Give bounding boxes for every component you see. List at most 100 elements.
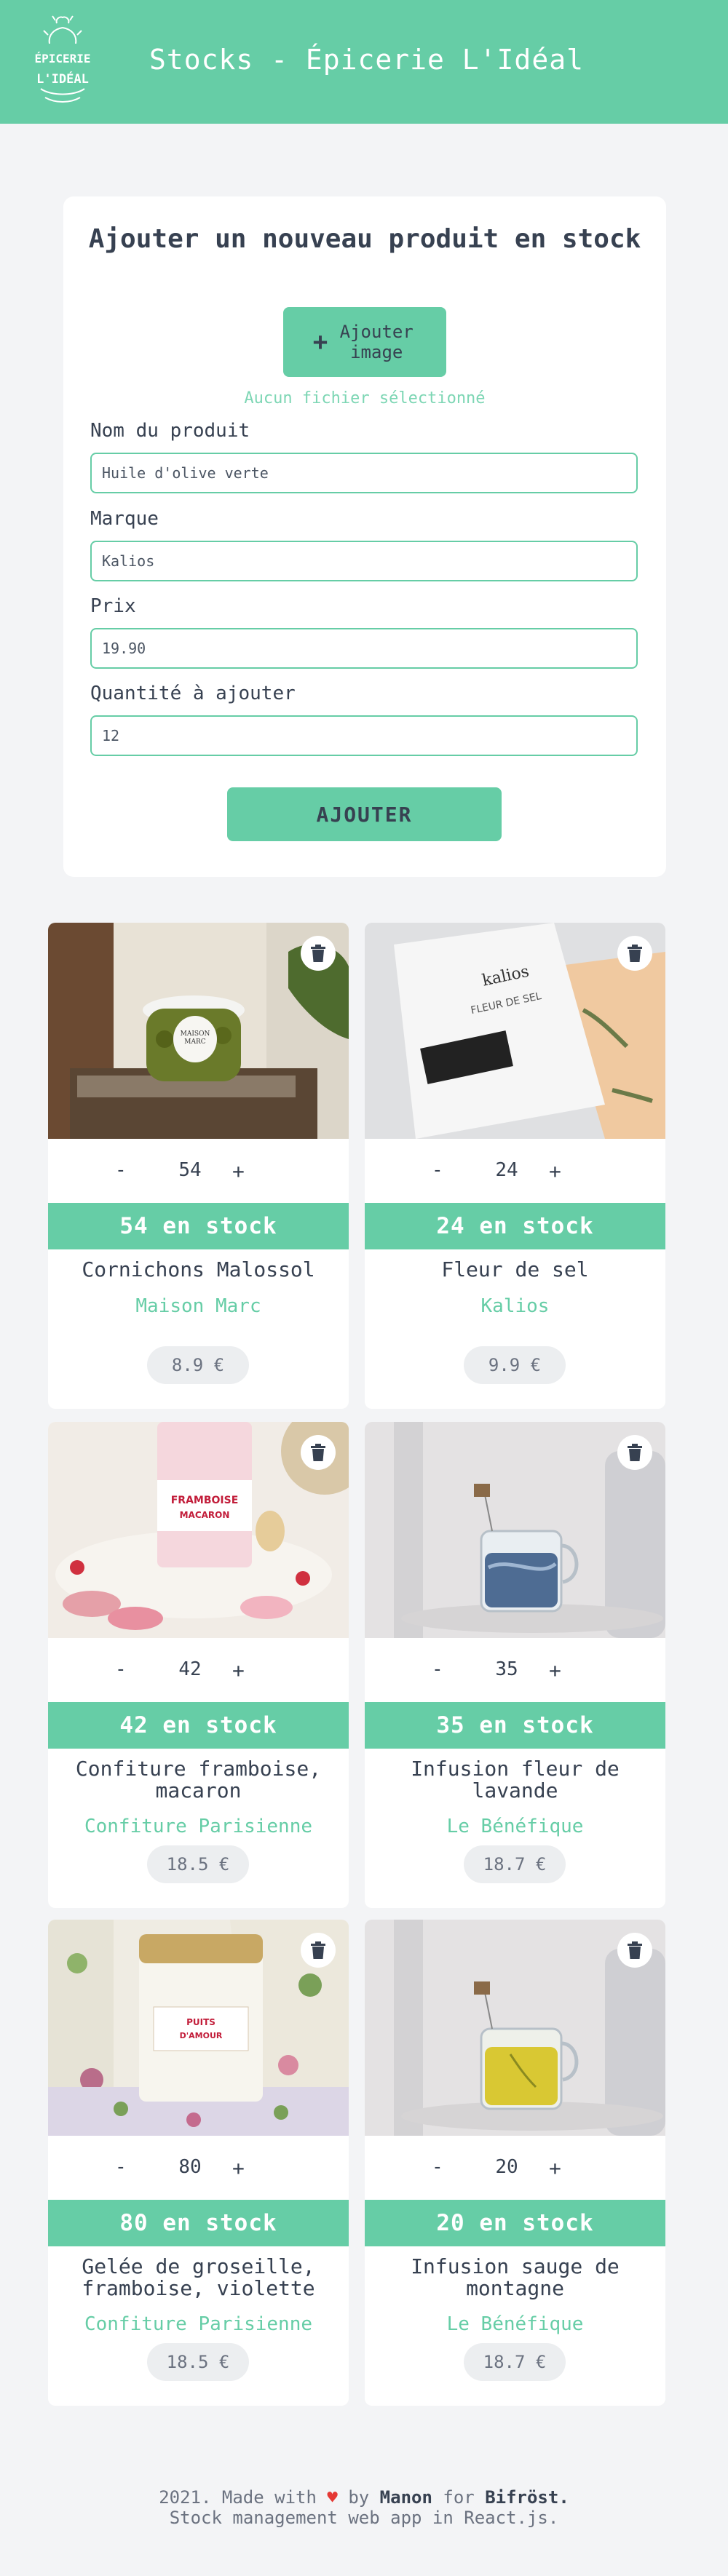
- add-image-label: Ajouter image: [339, 322, 414, 362]
- submit-button[interactable]: AJOUTER: [227, 787, 502, 841]
- heart-icon: ♥: [327, 2487, 338, 2508]
- quantity-value: 42: [178, 1658, 202, 1680]
- footer: 2021. Made with ♥ by Manon for Bifröst. …: [0, 2487, 728, 2528]
- product-brand: Maison Marc: [135, 1295, 261, 1317]
- decrease-button[interactable]: -: [115, 1658, 127, 1680]
- decrease-button[interactable]: -: [432, 2156, 443, 2178]
- brand-input[interactable]: Kalios: [90, 541, 638, 581]
- decrease-button[interactable]: -: [432, 1159, 443, 1181]
- svg-text:MARC: MARC: [184, 1038, 205, 1046]
- product-image: FRAMBOISE MACARON: [48, 1422, 349, 1638]
- trash-icon: [311, 1444, 325, 1461]
- quantity-value: 20: [495, 2156, 518, 2178]
- stock-badge: 42 en stock: [48, 1702, 349, 1749]
- delete-button[interactable]: [617, 936, 652, 971]
- product-card: MAISON MARC - 54 + 54 en stock Cornichon…: [48, 923, 349, 1409]
- delete-button[interactable]: [301, 1933, 336, 1968]
- svg-text:MACARON: MACARON: [180, 1510, 230, 1520]
- increase-button[interactable]: +: [232, 1159, 245, 1183]
- price-badge: 18.5 €: [147, 1845, 249, 1883]
- increase-button[interactable]: +: [232, 2156, 245, 2180]
- product-card: - 35 + 35 en stock Infusion fleur de lav…: [365, 1422, 665, 1908]
- product-card: PUITS D'AMOUR - 80 + 80 en stock Gelée d…: [48, 1920, 349, 2406]
- quantity-value: 80: [178, 2156, 202, 2178]
- quantity-stepper: - 35 +: [365, 1638, 665, 1704]
- page-title: Stocks - Épicerie L'Idéal: [149, 44, 584, 76]
- product-name-label: Nom du produit: [90, 420, 250, 442]
- stock-badge: 24 en stock: [365, 1203, 665, 1249]
- product-brand: Confiture Parisienne: [84, 2313, 313, 2335]
- svg-text:D'AMOUR: D'AMOUR: [180, 2031, 223, 2040]
- form-title: Ajouter un nouveau produit en stock: [88, 224, 641, 254]
- product-image: [365, 1920, 665, 2136]
- quantity-label: Quantité à ajouter: [90, 683, 296, 704]
- product-name: Infusion fleur de lavande: [411, 1757, 620, 1802]
- product-image: MAISON MARC: [48, 923, 349, 1139]
- add-image-button[interactable]: + Ajouter image: [283, 307, 446, 377]
- price-input[interactable]: 19.90: [90, 628, 638, 669]
- delete-button[interactable]: [617, 1435, 652, 1470]
- product-brand: Le Bénéfique: [446, 1816, 584, 1837]
- app-header: ÉPICERIE L'IDÉAL Stocks - Épicerie L'Idé…: [0, 0, 728, 124]
- logo-text-top: ÉPICERIE: [34, 52, 90, 65]
- decrease-button[interactable]: -: [115, 2156, 127, 2178]
- logo-text-bottom: L'IDÉAL: [36, 71, 89, 87]
- product-card: FRAMBOISE MACARON - 42 + 42 en stock Con…: [48, 1422, 349, 1908]
- product-name-input[interactable]: Huile d'olive verte: [90, 453, 638, 493]
- footer-company: Bifröst.: [485, 2487, 569, 2508]
- quantity-stepper: - 20 +: [365, 2136, 665, 2201]
- product-name: Cornichons Malossol: [82, 1257, 315, 1281]
- delete-button[interactable]: [301, 936, 336, 971]
- delete-button[interactable]: [301, 1435, 336, 1470]
- decrease-button[interactable]: -: [115, 1159, 127, 1181]
- footer-author: Manon: [379, 2487, 432, 2508]
- product-brand: Le Bénéfique: [446, 2313, 584, 2335]
- increase-button[interactable]: +: [549, 1159, 561, 1183]
- delete-button[interactable]: [617, 1933, 652, 1968]
- trash-icon: [311, 945, 325, 962]
- increase-button[interactable]: +: [549, 2156, 561, 2180]
- brand-label: Marque: [90, 508, 159, 530]
- product-brand: Kalios: [480, 1295, 550, 1317]
- increase-button[interactable]: +: [232, 1658, 245, 1682]
- product-name: Fleur de sel: [441, 1257, 589, 1281]
- svg-text:MAISON: MAISON: [181, 1030, 210, 1038]
- product-image: kalios FLEUR DE SEL: [365, 923, 665, 1139]
- svg-text:PUITS: PUITS: [186, 2017, 215, 2027]
- quantity-value: 24: [495, 1159, 518, 1181]
- product-card: kalios FLEUR DE SEL - 24 + 24 en stock F…: [365, 923, 665, 1409]
- price-badge: 9.9 €: [464, 1346, 566, 1384]
- footer-prefix: 2021. Made with: [159, 2487, 317, 2508]
- add-product-form: Ajouter un nouveau produit en stock + Aj…: [63, 196, 666, 877]
- quantity-input[interactable]: 12: [90, 715, 638, 756]
- quantity-stepper: - 24 +: [365, 1139, 665, 1204]
- decrease-button[interactable]: -: [432, 1658, 443, 1680]
- quantity-value: 35: [495, 1658, 518, 1680]
- svg-text:FRAMBOISE: FRAMBOISE: [171, 1495, 239, 1506]
- stock-badge: 54 en stock: [48, 1203, 349, 1249]
- product-name: Infusion sauge de montagne: [411, 2254, 620, 2300]
- price-label: Prix: [90, 595, 136, 617]
- increase-button[interactable]: +: [549, 1658, 561, 1682]
- trash-icon: [628, 945, 642, 962]
- stock-badge: 20 en stock: [365, 2200, 665, 2246]
- trash-icon: [628, 1941, 642, 1959]
- price-badge: 18.5 €: [147, 2343, 249, 2381]
- quantity-value: 54: [178, 1159, 202, 1181]
- product-name: Confiture framboise, macaron: [75, 1757, 322, 1802]
- footer-for: for: [443, 2487, 475, 2508]
- footer-by: by: [348, 2487, 370, 2508]
- product-name: Gelée de groseille, framboise, violette: [82, 2254, 315, 2300]
- price-badge: 18.7 €: [464, 1845, 566, 1883]
- price-badge: 8.9 €: [147, 1346, 249, 1384]
- product-card: - 20 + 20 en stock Infusion sauge de mon…: [365, 1920, 665, 2406]
- price-badge: 18.7 €: [464, 2343, 566, 2381]
- product-image: [365, 1422, 665, 1638]
- file-status: Aucun fichier sélectionné: [244, 389, 486, 408]
- quantity-stepper: - 42 +: [48, 1638, 349, 1704]
- plus-icon: +: [312, 327, 328, 357]
- footer-suffix: Stock management web app in React.js.: [169, 2508, 559, 2528]
- stock-badge: 80 en stock: [48, 2200, 349, 2246]
- quantity-stepper: - 54 +: [48, 1139, 349, 1204]
- product-brand: Confiture Parisienne: [84, 1816, 313, 1837]
